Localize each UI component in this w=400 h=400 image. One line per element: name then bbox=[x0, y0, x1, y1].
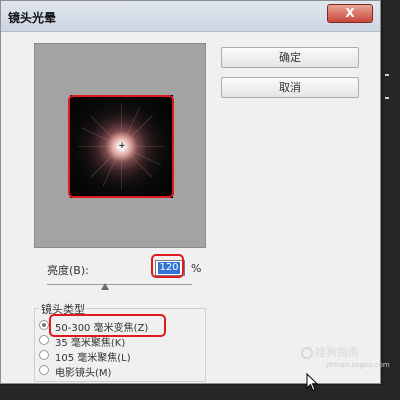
desktop-mark bbox=[385, 97, 389, 99]
brightness-highlight bbox=[151, 254, 184, 278]
lens-option-label: 电影镜头(M) bbox=[55, 368, 112, 379]
cancel-button[interactable]: 取消 bbox=[221, 77, 359, 98]
brightness-slider-thumb[interactable] bbox=[101, 283, 109, 290]
close-button[interactable]: X bbox=[327, 4, 373, 23]
mouse-cursor-icon bbox=[306, 373, 319, 392]
preview-highlight bbox=[68, 95, 174, 198]
watermark: 搜狗指南 bbox=[301, 344, 359, 360]
flare-preview[interactable]: + bbox=[34, 43, 206, 248]
desktop-background-bottom bbox=[0, 385, 400, 400]
brightness-slider-track[interactable] bbox=[47, 284, 192, 285]
sogou-logo-icon bbox=[301, 347, 313, 359]
watermark-text: 搜狗指南 bbox=[315, 346, 359, 359]
radio-button[interactable] bbox=[39, 365, 49, 375]
dialog-title: 镜头光晕 bbox=[8, 11, 57, 25]
ok-button[interactable]: 确定 bbox=[221, 47, 359, 68]
lens-option-label: 105 毫米聚焦(L) bbox=[55, 353, 131, 364]
desktop-mark bbox=[385, 74, 389, 76]
brightness-label: 亮度(B): bbox=[47, 264, 89, 277]
radio-button[interactable] bbox=[39, 320, 49, 330]
lens-flare-dialog: 镜头光晕 X + 确定 取消 亮度(B): 120 % 镜头类型 50-300 … bbox=[0, 0, 390, 392]
radio-button[interactable] bbox=[39, 350, 49, 360]
lens-option-highlight bbox=[49, 314, 166, 337]
title-bar: 镜头光晕 X bbox=[1, 1, 380, 32]
watermark-url: zhinan.sogou.com bbox=[326, 361, 390, 369]
desktop-background-right bbox=[383, 0, 400, 400]
brightness-unit: % bbox=[191, 262, 202, 275]
radio-button[interactable] bbox=[39, 335, 49, 345]
